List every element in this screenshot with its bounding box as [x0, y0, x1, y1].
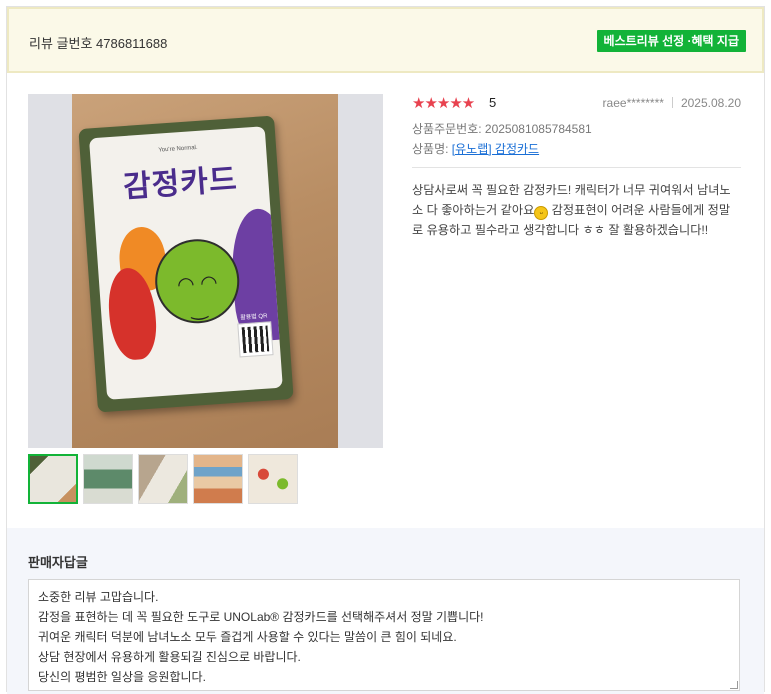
seller-reply-heading: 판매자답글 — [28, 555, 88, 570]
thumbnail-1[interactable] — [28, 454, 78, 504]
review-info: ★★★★★ 5 raee******** 2025.08.20 상품주문번호: 2… — [412, 94, 741, 240]
product-link[interactable]: [유노랩] 감정카드 — [452, 142, 539, 156]
rating-row: ★★★★★ 5 raee******** 2025.08.20 — [412, 94, 741, 112]
thumbnail-4[interactable] — [193, 454, 243, 504]
qr-code-icon — [237, 321, 274, 358]
product-box-image: You're Normal. 감정카드 ◠ ◠ ‿ 활용법 QR — [78, 115, 294, 413]
star-rating-icon: ★★★★★ — [412, 95, 475, 112]
meta-divider — [671, 97, 673, 108]
review-date: 2025.08.20 — [680, 96, 741, 110]
reply-line: 귀여운 캐릭터 덕분에 남녀노소 모두 즐겁게 사용할 수 있다는 말씀이 큰 … — [38, 630, 457, 644]
thumbnail-2[interactable] — [83, 454, 133, 504]
seller-reply-textarea[interactable]: 소중한 리뷰 고맙습니다. 감정을 표현하는 데 꼭 필요한 도구로 UNOLa… — [28, 579, 740, 691]
resize-handle-icon[interactable] — [730, 681, 738, 689]
divider — [412, 167, 741, 168]
reply-line: 소중한 리뷰 고맙습니다. — [38, 590, 159, 604]
author-id: raee******** — [602, 96, 664, 110]
product-info: 상품명: [유노랩] 감정카드 — [412, 141, 741, 157]
green-character: ◠ ◠ ‿ — [152, 236, 243, 327]
reply-line: 당신의 평범한 일상을 응원합니다. — [38, 670, 206, 684]
review-number: 리뷰 글번호 4786811688 — [29, 36, 168, 51]
product-label: 상품명: — [412, 142, 452, 156]
review-header: 리뷰 글번호 4786811688 베스트리뷰 선정 ·혜택 지급 — [7, 7, 764, 73]
main-review-photo[interactable]: You're Normal. 감정카드 ◠ ◠ ‿ 활용법 QR — [28, 94, 383, 448]
review-body: 상담사로써 꼭 필요한 감정카드! 캐릭터가 너무 귀여워서 남녀노소 다 좋아… — [412, 180, 741, 240]
review-card: 리뷰 글번호 4786811688 베스트리뷰 선정 ·혜택 지급 You're… — [6, 6, 765, 694]
smiling-face-icon: ᵕ — [534, 206, 549, 220]
best-review-badge: 베스트리뷰 선정 ·혜택 지급 — [596, 30, 746, 52]
thumbnail-3[interactable] — [138, 454, 188, 504]
reply-line: 상담 현장에서 유용하게 활용되길 진심으로 바랍니다. — [38, 650, 301, 664]
rating-value: 5 — [489, 95, 497, 110]
card-title: 감정카드 — [122, 163, 239, 205]
review-meta: raee******** 2025.08.20 — [603, 96, 741, 110]
order-number: 상품주문번호: 2025081085784581 — [412, 122, 592, 136]
seller-reply-section: 판매자답글 소중한 리뷰 고맙습니다. 감정을 표현하는 데 꼭 필요한 도구로… — [7, 528, 764, 694]
thumbnail-5[interactable] — [248, 454, 298, 504]
reply-line: 감정을 표현하는 데 꼭 필요한 도구로 UNOLab® 감정카드를 선택해주셔… — [38, 610, 484, 624]
